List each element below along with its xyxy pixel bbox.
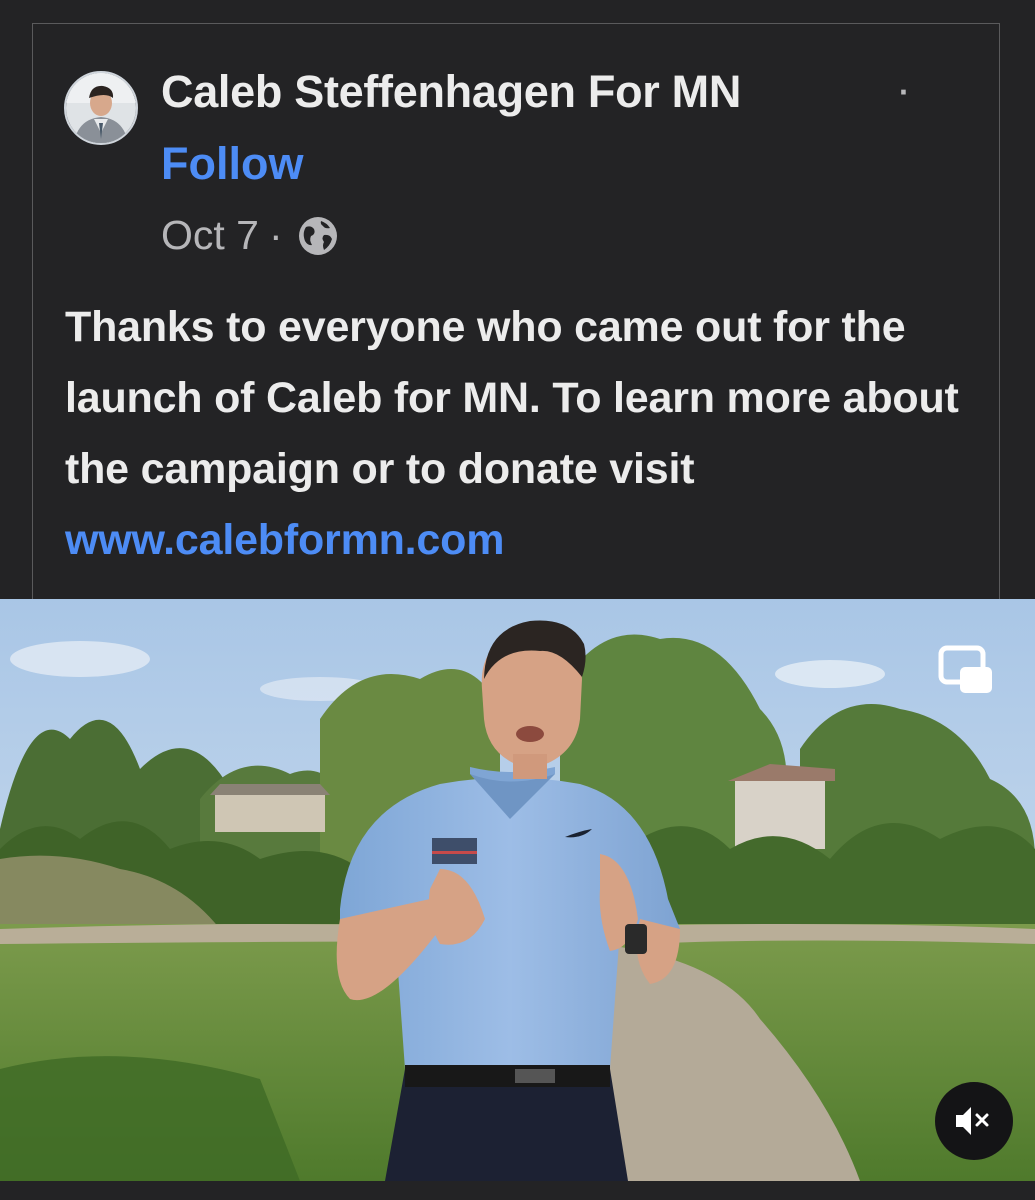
post-meta: Oct 7 · [161, 212, 339, 259]
post-date[interactable]: Oct 7 [161, 212, 259, 259]
meta-separator: · [268, 212, 283, 258]
video-player[interactable] [0, 599, 1035, 1181]
picture-in-picture-icon[interactable] [938, 645, 994, 695]
post-text: Thanks to everyone who came out for the … [65, 303, 959, 493]
name-separator: · [899, 74, 910, 110]
page-name[interactable]: Caleb Steffenhagen For MN [161, 66, 741, 118]
speaker-muted-icon [956, 1107, 989, 1135]
campaign-link[interactable]: www.calebformn.com [65, 516, 504, 564]
bottom-strip [0, 1181, 1035, 1200]
video-frame [0, 599, 1035, 1181]
globe-icon[interactable] [297, 215, 339, 257]
post-body: Thanks to everyone who came out for the … [65, 292, 990, 576]
follow-button[interactable]: Follow [161, 138, 303, 190]
mute-button[interactable] [935, 1082, 1013, 1160]
page-avatar[interactable] [64, 71, 138, 145]
avatar-image [66, 73, 136, 143]
